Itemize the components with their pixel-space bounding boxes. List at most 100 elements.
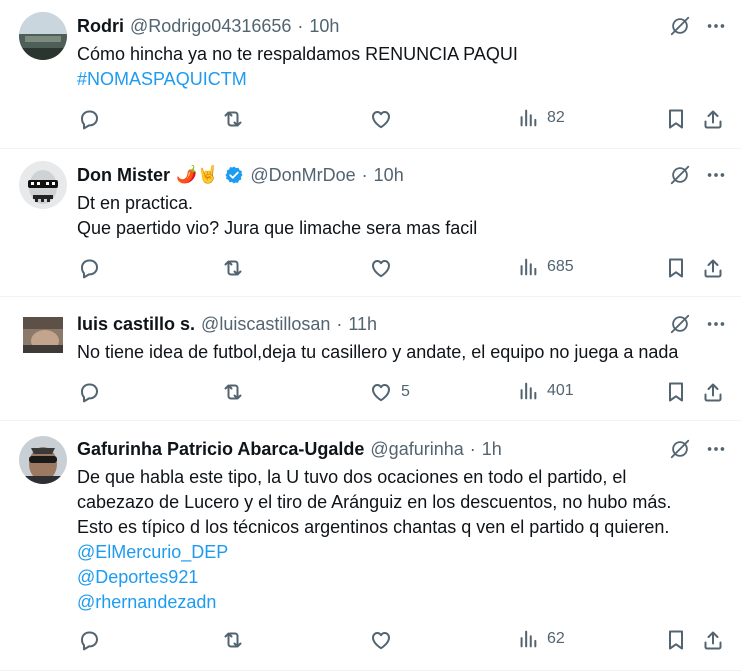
repost-button[interactable]	[221, 107, 245, 131]
tweet-actions: 685	[77, 256, 727, 282]
tweet-text-line: cabezazo de Lucero y el tiro de Aránguiz…	[77, 492, 672, 512]
share-button[interactable]	[701, 628, 725, 652]
tweet[interactable]: Gafurinha Patricio Abarca-Ugalde @gafuri…	[0, 421, 741, 671]
tweet[interactable]: luis castillo s. @luiscastillosan · 11h …	[0, 297, 741, 421]
views-count: 82	[547, 109, 565, 126]
tweet-text-line: Cómo hincha ya no te respaldamos RENUNCI…	[77, 44, 518, 64]
more-icon[interactable]	[705, 313, 727, 335]
bookmark-button[interactable]	[665, 256, 687, 280]
display-name[interactable]: Don Mister	[77, 164, 170, 186]
reply-icon	[81, 110, 98, 130]
timestamp[interactable]: 11h	[348, 313, 377, 335]
share-button[interactable]	[701, 380, 725, 404]
tweet-header: luis castillo s. @luiscastillosan · 11h	[77, 313, 681, 335]
tweet-actions: 5 401	[77, 380, 727, 406]
bookmark-icon	[669, 630, 683, 650]
reply-button[interactable]	[77, 628, 101, 652]
tweet[interactable]: Rodri @Rodrigo04316656 · 10h Cómo hincha…	[0, 0, 741, 149]
repost-icon	[224, 260, 242, 276]
bookmark-icon	[669, 382, 683, 402]
grok-icon[interactable]	[669, 164, 691, 186]
avatar[interactable]	[19, 12, 67, 60]
user-handle[interactable]: @DonMrDoe	[250, 164, 355, 186]
reply-icon	[81, 383, 98, 403]
like-button[interactable]	[369, 628, 401, 652]
views-icon	[520, 258, 537, 276]
repost-icon	[224, 384, 242, 400]
verified-icon[interactable]	[224, 165, 244, 185]
like-button[interactable]	[369, 107, 401, 131]
more-icon[interactable]	[705, 15, 727, 37]
bookmark-button[interactable]	[665, 107, 687, 131]
views-icon	[520, 109, 537, 127]
tweet-header: Don Mister 🌶️🤘 @DonMrDoe · 10h	[77, 164, 681, 186]
views-button[interactable]: 401	[517, 380, 574, 402]
views-count: 685	[547, 258, 574, 275]
user-handle[interactable]: @Rodrigo04316656	[130, 15, 291, 37]
tweet-header: Gafurinha Patricio Abarca-Ugalde @gafuri…	[77, 438, 681, 460]
name-emoji: 🌶️🤘	[176, 165, 219, 184]
share-icon	[704, 259, 722, 278]
tweet-actions: 82	[77, 107, 727, 133]
views-count: 62	[547, 630, 565, 647]
views-count: 401	[547, 382, 574, 399]
tweet-text-line: De que habla este tipo, la U tuvo dos oc…	[77, 467, 627, 487]
repost-icon	[224, 632, 242, 648]
share-icon	[704, 631, 722, 650]
grok-icon[interactable]	[669, 438, 691, 460]
repost-button[interactable]	[221, 256, 245, 280]
views-button[interactable]: 82	[517, 107, 565, 129]
timestamp[interactable]: 1h	[482, 438, 502, 460]
avatar[interactable]	[19, 436, 67, 484]
views-icon	[520, 630, 537, 648]
display-name[interactable]: Gafurinha Patricio Abarca-Ugalde	[77, 438, 364, 460]
user-handle[interactable]: @gafurinha	[370, 438, 463, 460]
user-handle[interactable]: @luiscastillosan	[201, 313, 330, 335]
reply-icon	[81, 259, 98, 279]
separator: ·	[297, 16, 304, 36]
hashtag-link[interactable]: #NOMASPAQUICTM	[77, 67, 727, 92]
display-name[interactable]: Rodri	[77, 15, 124, 37]
reply-button[interactable]	[77, 380, 101, 404]
repost-button[interactable]	[221, 628, 245, 652]
more-icon[interactable]	[705, 438, 727, 460]
more-icon[interactable]	[705, 164, 727, 186]
views-button[interactable]: 62	[517, 628, 565, 650]
repost-icon	[224, 111, 242, 127]
views-button[interactable]: 685	[517, 256, 574, 278]
tweet-text: No tiene idea de futbol,deja tu casiller…	[77, 340, 727, 365]
mention-link[interactable]: @Deportes921	[77, 565, 727, 590]
tweet-text: Dt en practica. Que paertido vio? Jura q…	[77, 191, 727, 241]
avatar[interactable]	[19, 161, 67, 209]
repost-button[interactable]	[221, 380, 245, 404]
share-icon	[704, 110, 722, 129]
reply-button[interactable]	[77, 256, 101, 280]
bookmark-button[interactable]	[665, 380, 687, 404]
display-name[interactable]: luis castillo s.	[77, 313, 195, 335]
bookmark-button[interactable]	[665, 628, 687, 652]
tweet-text: Cómo hincha ya no te respaldamos RENUNCI…	[77, 42, 727, 92]
mention-link[interactable]: @rhernandezadn	[77, 590, 727, 615]
grok-icon[interactable]	[669, 313, 691, 335]
tweet[interactable]: Don Mister 🌶️🤘 @DonMrDoe · 10h Dt en pra…	[0, 149, 741, 297]
grok-icon[interactable]	[669, 15, 691, 37]
separator: ·	[361, 165, 368, 185]
reply-icon	[81, 631, 98, 651]
bookmark-icon	[669, 109, 683, 129]
views-icon	[520, 382, 537, 400]
timestamp[interactable]: 10h	[374, 164, 404, 186]
mention-link[interactable]: @ElMercurio_DEP	[77, 540, 727, 565]
tweet-text-line: Esto es típico d los técnicos argentinos…	[77, 517, 670, 537]
like-button[interactable]	[369, 256, 401, 280]
share-button[interactable]	[701, 107, 725, 131]
tweet-text: De que habla este tipo, la U tuvo dos oc…	[77, 465, 727, 615]
share-icon	[704, 383, 722, 402]
heart-icon	[372, 111, 390, 129]
reply-button[interactable]	[77, 107, 101, 131]
timestamp[interactable]: 10h	[309, 15, 339, 37]
avatar[interactable]	[19, 311, 67, 359]
like-count: 5	[401, 383, 410, 400]
like-button[interactable]: 5	[369, 380, 410, 404]
share-button[interactable]	[701, 256, 725, 280]
tweet-text-line: Dt en practica.	[77, 193, 194, 213]
